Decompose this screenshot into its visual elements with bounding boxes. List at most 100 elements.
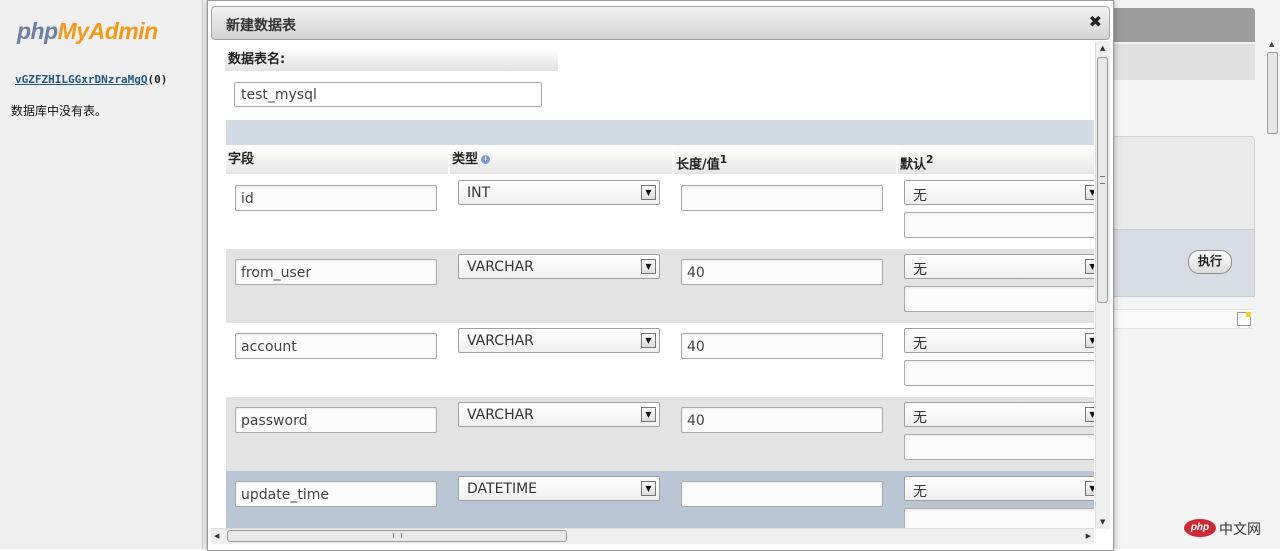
info-icon[interactable]: i bbox=[481, 155, 491, 164]
field-default-value-input[interactable] bbox=[904, 212, 1094, 238]
field-name-input[interactable]: password bbox=[235, 407, 437, 433]
field-default-value-input[interactable] bbox=[904, 360, 1094, 386]
field-default-select[interactable]: 无 ▼ bbox=[904, 328, 1094, 353]
execute-button[interactable]: 执行 bbox=[1188, 250, 1232, 274]
database-entry: vGZFZHILGGxrDNzraMgQ(0) bbox=[15, 73, 167, 86]
column-header-default-label: 默认 bbox=[900, 157, 927, 173]
background-strip bbox=[1105, 309, 1253, 329]
field-name-input[interactable]: id bbox=[235, 185, 437, 211]
field-default-value: 无 bbox=[913, 262, 927, 278]
field-type-select[interactable]: INT ▼ bbox=[458, 180, 660, 205]
length-footnote: 1 bbox=[719, 153, 728, 166]
table-name-label: 数据表名: bbox=[225, 49, 558, 71]
field-row: account VARCHAR ▼ 40 无 ▼ bbox=[226, 323, 1094, 397]
field-type-select[interactable]: VARCHAR ▼ bbox=[458, 254, 660, 279]
chevron-down-icon[interactable]: ▼ bbox=[1085, 259, 1094, 274]
navigation-sidebar: phpMyAdmin vGZFZHILGGxrDNzraMgQ(0) 数据库中没… bbox=[0, 0, 203, 549]
logo-php: php bbox=[17, 18, 58, 44]
field-default-value: 无 bbox=[913, 484, 927, 500]
field-row: from_user VARCHAR ▼ 40 无 ▼ bbox=[226, 249, 1094, 323]
structure-header-bar bbox=[226, 120, 1094, 145]
field-length-input[interactable]: 40 bbox=[681, 259, 883, 285]
field-type-value: VARCHAR bbox=[467, 259, 534, 275]
field-row: id INT ▼ 无 ▼ bbox=[226, 175, 1094, 249]
chevron-down-icon[interactable]: ▼ bbox=[641, 481, 656, 496]
dialog-horizontal-scrollbar[interactable]: ◀ ▶ bbox=[211, 528, 1094, 544]
vertical-scrollbar-thumb[interactable] bbox=[1097, 57, 1108, 303]
field-row: update_time DATETIME ▼ 无 ▼ bbox=[226, 471, 1094, 529]
horizontal-scrollbar-thumb[interactable] bbox=[227, 530, 567, 542]
page-scrollbar[interactable]: ▲ bbox=[1266, 40, 1278, 549]
scroll-up-icon[interactable]: ▲ bbox=[1269, 40, 1274, 48]
field-name-input[interactable]: from_user bbox=[235, 259, 437, 285]
field-type-select[interactable]: DATETIME ▼ bbox=[458, 476, 660, 501]
grip-icon bbox=[1100, 176, 1105, 184]
php-logo-icon: php bbox=[1184, 519, 1216, 537]
column-header-length-label: 长度/值 bbox=[676, 157, 720, 173]
field-default-select[interactable]: 无 ▼ bbox=[904, 476, 1094, 501]
field-length-input[interactable]: 40 bbox=[681, 333, 883, 359]
chevron-down-icon[interactable]: ▼ bbox=[641, 259, 656, 274]
scroll-down-icon[interactable]: ▼ bbox=[1100, 518, 1105, 526]
field-default-value-input[interactable] bbox=[904, 286, 1094, 312]
dialog-vertical-scrollbar[interactable]: ▲ ▼ bbox=[1095, 41, 1110, 529]
dialog-content: 数据表名: 字段 类型i 长度/值1 默认2 id INT ▼ 无 ▼ from… bbox=[208, 41, 1094, 529]
phpmyadmin-logo[interactable]: phpMyAdmin bbox=[17, 18, 158, 45]
dialog-title: 新建数据表 bbox=[226, 18, 296, 34]
background-tab-bar bbox=[1105, 44, 1255, 80]
close-icon[interactable]: ✖ bbox=[1089, 12, 1102, 31]
field-default-value-input[interactable] bbox=[904, 434, 1094, 460]
background-top-bar bbox=[1105, 8, 1255, 42]
column-header-field-label: 字段 bbox=[228, 152, 255, 167]
column-header-field: 字段 bbox=[226, 146, 448, 174]
chevron-down-icon[interactable]: ▼ bbox=[1085, 407, 1094, 422]
logo-myadmin: MyAdmin bbox=[57, 18, 159, 44]
dialog-titlebar[interactable]: 新建数据表 ✖ bbox=[211, 6, 1110, 40]
background-panel bbox=[1105, 136, 1255, 230]
create-table-dialog: 新建数据表 ✖ 数据表名: 字段 类型i 长度/值1 默认2 id INT ▼ … bbox=[207, 0, 1114, 551]
field-type-select[interactable]: VARCHAR ▼ bbox=[458, 328, 660, 353]
table-name-input[interactable] bbox=[234, 82, 542, 107]
column-header-type-label: 类型 bbox=[452, 152, 479, 167]
field-default-select[interactable]: 无 ▼ bbox=[904, 254, 1094, 279]
field-row: password VARCHAR ▼ 40 无 ▼ bbox=[226, 397, 1094, 471]
default-footnote: 2 bbox=[926, 153, 934, 166]
field-default-select[interactable]: 无 ▼ bbox=[904, 402, 1094, 427]
column-header-default: 默认2 bbox=[898, 146, 1094, 174]
field-type-value: INT bbox=[467, 185, 491, 201]
field-default-select[interactable]: 无 ▼ bbox=[904, 180, 1094, 205]
note-icon[interactable] bbox=[1237, 312, 1251, 326]
php-cn-watermark: php 中文网 bbox=[1184, 515, 1274, 543]
no-tables-message: 数据库中没有表。 bbox=[11, 104, 108, 118]
field-type-value: VARCHAR bbox=[467, 407, 534, 423]
chevron-down-icon[interactable]: ▼ bbox=[641, 185, 656, 200]
watermark-text: 中文网 bbox=[1219, 522, 1261, 538]
background-panel-footer bbox=[1105, 229, 1255, 297]
column-header-length: 长度/值1 bbox=[674, 146, 896, 174]
chevron-down-icon[interactable]: ▼ bbox=[1085, 333, 1094, 348]
grip-icon bbox=[393, 533, 402, 538]
scroll-up-icon[interactable]: ▲ bbox=[1100, 44, 1105, 52]
chevron-down-icon[interactable]: ▼ bbox=[641, 333, 656, 348]
database-link[interactable]: vGZFZHILGGxrDNzraMgQ bbox=[15, 73, 147, 86]
field-length-input[interactable] bbox=[681, 481, 883, 507]
field-type-value: DATETIME bbox=[467, 481, 538, 497]
field-default-value: 无 bbox=[913, 410, 927, 426]
page-scrollbar-thumb[interactable] bbox=[1267, 52, 1278, 134]
chevron-down-icon[interactable]: ▼ bbox=[641, 407, 656, 422]
field-name-input[interactable]: account bbox=[235, 333, 437, 359]
field-length-input[interactable]: 40 bbox=[681, 407, 883, 433]
field-name-input[interactable]: update_time bbox=[235, 481, 437, 507]
field-default-value: 无 bbox=[913, 188, 927, 204]
chevron-down-icon[interactable]: ▼ bbox=[1085, 185, 1094, 200]
field-type-select[interactable]: VARCHAR ▼ bbox=[458, 402, 660, 427]
scroll-left-icon[interactable]: ◀ bbox=[214, 532, 219, 540]
chevron-down-icon[interactable]: ▼ bbox=[1085, 481, 1094, 496]
field-type-value: VARCHAR bbox=[467, 333, 534, 349]
field-length-input[interactable] bbox=[681, 185, 883, 211]
scroll-right-icon[interactable]: ▶ bbox=[1086, 532, 1091, 540]
database-table-count: (0) bbox=[147, 73, 168, 86]
field-default-value-input[interactable] bbox=[904, 508, 1094, 529]
column-header-type: 类型 i bbox=[450, 146, 672, 174]
field-default-value: 无 bbox=[913, 336, 927, 352]
